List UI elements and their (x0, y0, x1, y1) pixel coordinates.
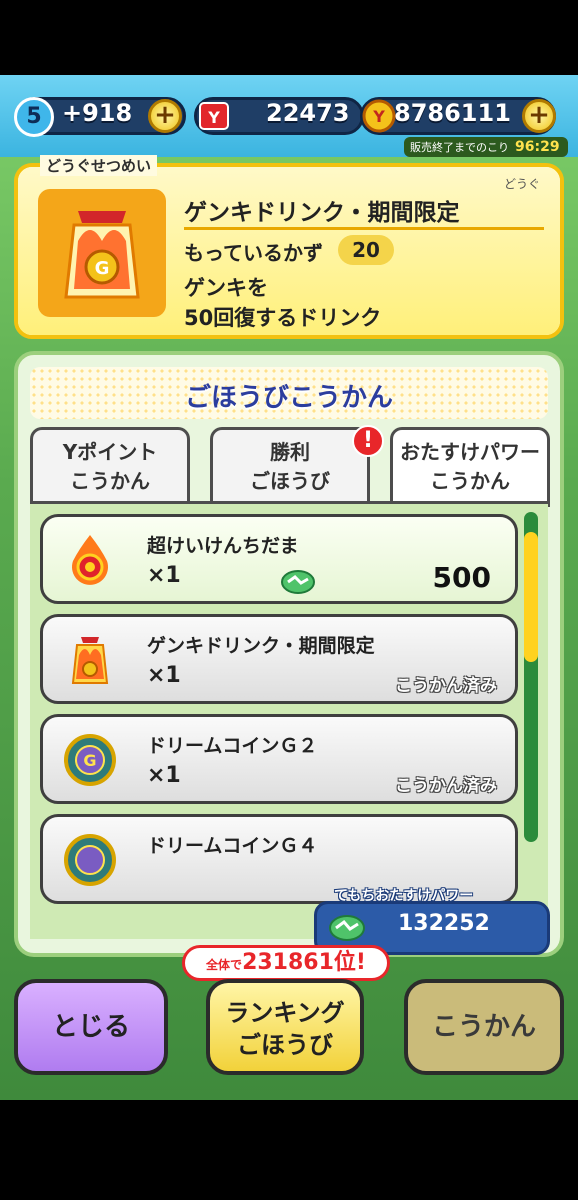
tab-label-line2: こうかん (70, 469, 150, 493)
item-quantity: ×1 (147, 763, 181, 788)
genki-drink-icon: G (64, 211, 140, 299)
item-quantity: ×1 (147, 563, 181, 588)
owned-label: もっているかず (184, 241, 323, 265)
item-type-tag: どうぐ (503, 177, 540, 191)
handshake-icon (329, 915, 365, 941)
tab-label-line1: Yポイント (62, 440, 158, 464)
svg-text:G: G (95, 258, 110, 279)
dream-coin-icon (64, 834, 116, 886)
game-screen: 5 +918 + Y 22473 Y 8786111 + 販売終了までのこり 96… (0, 75, 578, 1100)
panel-title: ごほうびこうかん (184, 383, 393, 413)
item-name: 超けいけんちだま (147, 535, 299, 557)
genki-drink-icon (71, 637, 109, 684)
tab-label-line1: 勝利 (270, 440, 310, 464)
svg-text:Y: Y (372, 107, 385, 126)
svg-text:Y: Y (207, 108, 220, 127)
exp-orb-icon (72, 535, 108, 585)
tab-label-line2: ごほうび (250, 469, 330, 493)
tab-victory-reward[interactable]: 勝利 ごほうび (210, 427, 370, 503)
tab-ypoint-exchange[interactable]: Yポイント こうかん (30, 427, 190, 503)
support-power-value: 132252 (398, 911, 490, 936)
rank-prefix: 全体で (206, 958, 243, 972)
title-underline (184, 227, 544, 230)
panel-header: ごほうびこうかん (30, 367, 548, 419)
item-description-card: どうぐせつめい どうぐ G ゲンキドリンク・期間限定 もっているかず 20 ゲン… (14, 155, 564, 339)
tab-label-line2: こうかん (430, 469, 510, 493)
item-price: 500 (432, 561, 491, 594)
exchanged-label: こうかん済み (395, 776, 497, 796)
ranking-reward-button[interactable]: ランキング ごほうび (206, 979, 364, 1075)
description-line-2: 50回復するドリンク (184, 306, 382, 330)
alert-badge: ! (352, 425, 384, 457)
scrollbar-thumb[interactable] (524, 532, 538, 662)
owned-count: 20 (338, 235, 394, 265)
ranking-label-line2: ごほうび (237, 1031, 333, 1059)
svg-text:G: G (83, 751, 96, 770)
sale-timer: 販売終了までのこり 96:29 (404, 137, 568, 157)
handshake-icon (281, 570, 315, 594)
add-money-button[interactable]: + (522, 99, 556, 133)
list-item[interactable]: 超けいけんちだま ×1 500 (40, 514, 518, 604)
reward-exchange-panel: ごほうびこうかん Yポイント こうかん 勝利 ごほうび ! おたすけパワー こう… (14, 351, 564, 957)
item-name: ドリームコインＧ２ (147, 735, 318, 757)
reward-list[interactable]: 超けいけんちだま ×1 500 ゲンキドリンク・期間限定 ×1 こうかん済み G… (30, 501, 548, 939)
item-quantity: ×1 (147, 663, 181, 688)
money-value: 8786111 (394, 99, 511, 127)
item-description: ゲンキを 50回復するドリンク (184, 273, 381, 333)
tab-support-power-exchange[interactable]: おたすけパワー こうかん (390, 427, 550, 507)
rank-badge: 全体で231861位! (182, 945, 390, 981)
timer-label: 販売終了までのこり (410, 141, 509, 154)
status-bar: 5 +918 + Y 22473 Y 8786111 + 販売終了までのこり 96… (0, 75, 578, 157)
level-badge: 5 (14, 97, 54, 137)
ranking-label-line1: ランキング (225, 999, 345, 1027)
description-line-1: ゲンキを (184, 276, 268, 300)
exchange-button[interactable]: こうかん (404, 979, 564, 1075)
close-button[interactable]: とじる (14, 979, 168, 1075)
stamina-value: +918 (62, 99, 133, 127)
list-item[interactable]: G ドリームコインＧ２ ×1 こうかん済み (40, 714, 518, 804)
item-title: ゲンキドリンク・期間限定 (184, 200, 460, 226)
item-name: ゲンキドリンク・期間限定 (147, 635, 375, 657)
ticket-icon: Y (199, 102, 229, 130)
rank-value: 231861位! (242, 950, 366, 975)
item-name: ドリームコインＧ４ (147, 835, 318, 857)
description-tag: どうぐせつめい (40, 155, 158, 176)
tab-label-line1: おたすけパワー (400, 440, 540, 464)
add-stamina-button[interactable]: + (148, 99, 182, 133)
item-image-frame: G (38, 189, 166, 317)
dream-coin-icon: G (64, 734, 116, 786)
ticket-value: 22473 (266, 99, 350, 127)
timer-value: 96:29 (515, 139, 560, 155)
exchanged-label: こうかん済み (395, 676, 497, 696)
list-item[interactable]: ゲンキドリンク・期間限定 ×1 こうかん済み (40, 614, 518, 704)
money-icon: Y (362, 99, 396, 133)
